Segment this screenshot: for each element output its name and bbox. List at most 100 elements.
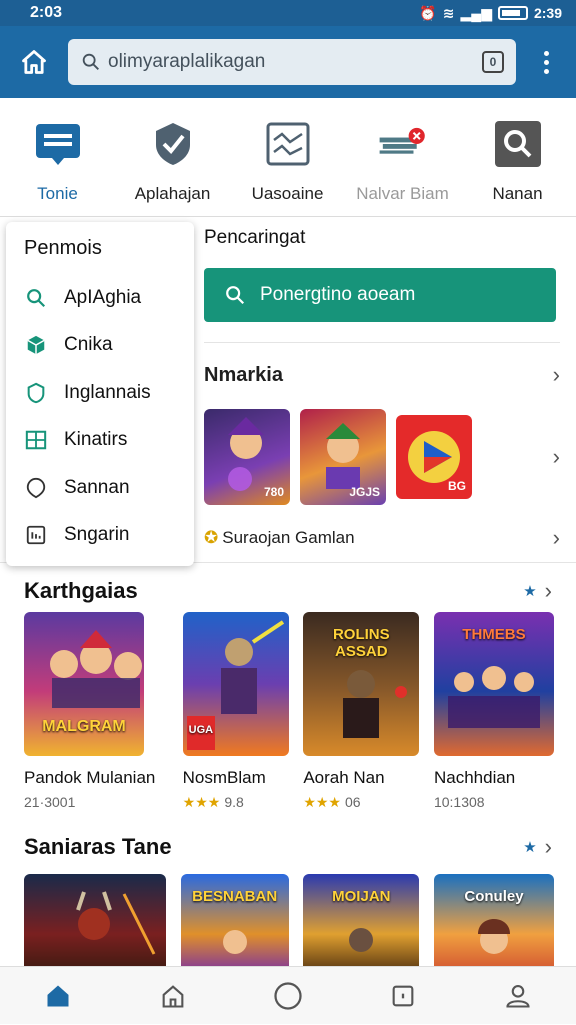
dropdown-menu: Penmois ApIAghia Cnika Inglannais Kinati… xyxy=(6,222,194,566)
nav-apps[interactable] xyxy=(143,967,203,1025)
chart-icon xyxy=(263,120,313,168)
status-icons: ⏰ ≋ ▂▄▆ 2:39 xyxy=(419,5,562,22)
game-art: UGA xyxy=(182,612,289,756)
star-icon[interactable]: ★ xyxy=(523,838,536,856)
game-name: NosmBlam xyxy=(182,768,266,787)
game-art-title: ROLINS ASSAD xyxy=(332,626,390,660)
featured-footer[interactable]: ✪ Suraojan Gamlan › xyxy=(204,507,560,569)
chevron-right-icon[interactable]: › xyxy=(553,525,560,551)
category-label: Nalvar Biam xyxy=(356,184,449,203)
notification-icon xyxy=(378,120,428,168)
game-card[interactable]: Conuley xyxy=(433,874,554,974)
chevron-right-icon[interactable]: › xyxy=(553,362,560,388)
chat-icon xyxy=(33,120,83,168)
category-label: Nanan xyxy=(492,184,543,203)
check-badge-icon xyxy=(148,120,198,168)
game-thumbnail[interactable]: JGJS xyxy=(300,409,386,505)
rating-stars: ★★★ xyxy=(303,794,341,810)
square-icon xyxy=(392,985,414,1006)
game-card[interactable]: UGA NosmBlam ★★★ 9.8 xyxy=(182,612,289,811)
section-header: Saniaras Tane ★ › xyxy=(24,834,552,860)
status-bar: 2:03 ⏰ ≋ ▂▄▆ 2:39 xyxy=(0,0,576,26)
game-art: ROLINS ASSAD xyxy=(303,612,420,756)
category-nalvar-biam[interactable]: Nalvar Biam xyxy=(345,112,460,212)
nav-profile[interactable] xyxy=(488,967,548,1025)
game-art xyxy=(24,874,166,974)
signal-icon: ▂▄▆ xyxy=(460,4,492,21)
menu-item-sannan[interactable]: Sannan xyxy=(6,464,194,512)
search-icon xyxy=(82,53,99,70)
game-name: Nachhdian xyxy=(433,768,516,787)
status-time-right: 2:39 xyxy=(533,5,562,21)
search-action-label: Ponergtino aoeam xyxy=(260,284,416,305)
game-card[interactable]: MOIJAN xyxy=(303,874,420,974)
search-action-button[interactable]: Ponergtino aoeam xyxy=(204,268,556,322)
game-card[interactable]: BESNABAN xyxy=(180,874,289,974)
circle-icon xyxy=(274,981,302,1010)
game-art-title: MALGRAM xyxy=(42,718,126,735)
category-label: Uasoaine xyxy=(251,184,324,203)
divider xyxy=(0,216,576,217)
cube-icon xyxy=(24,333,48,357)
menu-item-sngarin[interactable]: Sngarin xyxy=(6,512,194,560)
section-title: Saniaras Tane xyxy=(24,834,172,859)
game-card[interactable]: THMEBS Nachhdian 10:1308 xyxy=(433,612,554,811)
game-thumbnail[interactable]: BG xyxy=(396,415,472,499)
more-menu-button[interactable] xyxy=(516,50,576,74)
category-tonie[interactable]: Tonie xyxy=(0,112,115,212)
section-title: Karthgaias xyxy=(24,578,138,603)
home-icon xyxy=(22,50,46,74)
search-icon xyxy=(493,120,543,168)
document-icon xyxy=(24,523,48,547)
chevron-right-icon[interactable]: › xyxy=(545,834,552,860)
home-outline-icon xyxy=(162,984,184,1008)
category-nanan[interactable]: Nanan xyxy=(460,112,575,212)
star-icon[interactable]: ★ xyxy=(523,582,536,600)
game-art: MALGRAM xyxy=(24,612,144,756)
thumb-tag: 780 xyxy=(263,485,284,499)
menu-item-label: Inglannais xyxy=(64,381,151,403)
search-icon xyxy=(226,286,245,305)
status-time-left: 2:03 xyxy=(30,4,63,21)
chevron-right-icon[interactable]: › xyxy=(545,578,552,604)
game-art: Conuley xyxy=(433,874,554,974)
menu-item-label: Sannan xyxy=(64,476,130,498)
menu-item-label: ApIAghia xyxy=(64,286,142,308)
thumb-tag: BG xyxy=(448,479,466,493)
menu-item-cnika[interactable]: Cnika xyxy=(6,322,194,370)
game-thumbnail[interactable]: 780 xyxy=(204,409,290,505)
featured-thumbs: 780 JGJS BG › xyxy=(204,407,560,507)
featured-title: Nmarkia xyxy=(204,363,283,386)
lens-icon[interactable]: 0 xyxy=(482,51,504,73)
menu-item-inglannais[interactable]: Inglannais xyxy=(6,369,194,417)
home-button[interactable] xyxy=(0,26,68,98)
game-rating: ★★★ 06 xyxy=(303,794,419,811)
category-uasoaine[interactable]: Uasoaine xyxy=(230,112,345,212)
category-label: Aplahajan xyxy=(134,184,211,203)
nav-circle[interactable] xyxy=(258,967,318,1025)
game-rating: ★★★ 9.8 xyxy=(183,794,289,811)
game-meta: 21·3001 xyxy=(24,794,76,810)
nav-library[interactable] xyxy=(373,967,433,1025)
featured-header[interactable]: Nmarkia › xyxy=(204,343,560,407)
thumb-tag: JGJS xyxy=(349,485,380,499)
game-art-title: BESNABAN xyxy=(192,888,278,905)
nav-home[interactable] xyxy=(28,967,88,1025)
dropdown-title: Penmois xyxy=(24,237,102,259)
search-bar[interactable]: olimyaraplalikagan 0 xyxy=(68,39,516,85)
menu-item-label: Kinatirs xyxy=(64,429,128,451)
search-input[interactable]: olimyaraplalikagan xyxy=(108,51,482,73)
alarm-icon: ⏰ xyxy=(419,4,437,21)
menu-item-kinatirs[interactable]: Kinatirs xyxy=(6,417,194,465)
category-aplahajan[interactable]: Aplahajan xyxy=(115,112,230,212)
game-card[interactable]: MALGRAM Pandok Mulanian 21·3001 xyxy=(24,612,168,811)
battery-icon xyxy=(497,6,528,20)
menu-item-apiaghia[interactable]: ApIAghia xyxy=(6,274,194,322)
game-card[interactable] xyxy=(24,874,166,974)
pane-title: Pencaringat xyxy=(204,227,306,248)
chevron-right-icon[interactable]: › xyxy=(553,444,560,470)
game-art: MOIJAN xyxy=(303,874,420,974)
rating-value: 06 xyxy=(344,794,361,810)
bottom-nav xyxy=(0,966,576,1024)
game-card[interactable]: ROLINS ASSAD Aorah Nan ★★★ 06 xyxy=(303,612,420,811)
